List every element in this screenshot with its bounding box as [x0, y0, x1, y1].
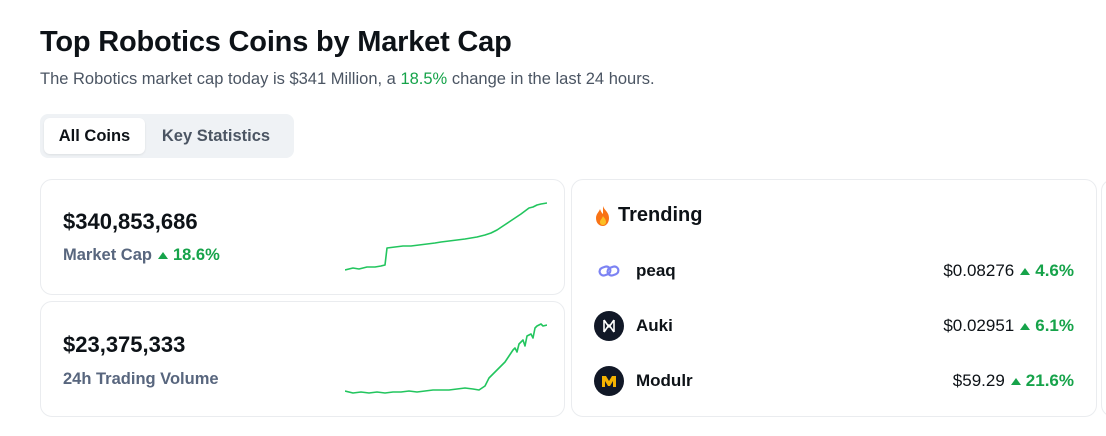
coin-price-cell: $0.02951 6.1% — [943, 316, 1074, 336]
coin-change: 21.6% — [1010, 371, 1074, 391]
market-cap-card: $340,853,686 Market Cap 18.6% — [40, 179, 565, 295]
tab-all-coins[interactable]: All Coins — [44, 118, 145, 154]
market-cap-change: 18.6% — [157, 246, 220, 265]
subtitle-text: The Robotics market cap today is $341 Mi… — [40, 70, 396, 88]
caret-up-icon — [1010, 377, 1021, 385]
trending-card: Trending peaq $0.08276 4.6% Auki $0.0295… — [571, 179, 1097, 417]
coin-price-cell: $59.29 21.6% — [953, 371, 1074, 391]
coin-change-value: 6.1% — [1035, 316, 1074, 335]
trending-row-peaq[interactable]: peaq $0.08276 4.6% — [594, 255, 1074, 287]
auki-logo-icon — [594, 311, 624, 341]
volume-label: 24h Trading Volume — [63, 370, 219, 388]
volume-sparkline — [345, 323, 547, 394]
caret-up-icon — [1020, 267, 1031, 275]
tab-key-statistics[interactable]: Key Statistics — [149, 118, 283, 154]
coin-name: Auki — [636, 316, 673, 335]
view-tabs: All Coins Key Statistics — [40, 114, 294, 158]
volume-card: $23,375,333 24h Trading Volume — [40, 301, 565, 417]
market-cap-value: $340,853,686 — [63, 209, 198, 234]
coin-change-value: 21.6% — [1025, 371, 1074, 390]
next-card-edge — [1101, 179, 1106, 417]
coin-name-cell: peaq — [594, 256, 676, 286]
market-cap-label: Market Cap — [63, 246, 152, 264]
coin-change: 6.1% — [1020, 316, 1074, 336]
coin-price-cell: $0.08276 4.6% — [943, 261, 1074, 281]
market-cap-sparkline — [345, 202, 547, 271]
trending-row-modulr[interactable]: Modulr $59.29 21.6% — [594, 365, 1074, 397]
fire-icon — [596, 205, 609, 226]
market-cap-change-value: 18.6% — [172, 246, 220, 264]
market-cap-label-row: Market Cap 18.6% — [63, 246, 220, 265]
page-subtitle: The Robotics market cap today is $341 Mi… — [40, 70, 655, 89]
trending-header: Trending — [594, 204, 702, 227]
coin-name-cell: Auki — [594, 311, 673, 341]
coin-change-value: 4.6% — [1035, 261, 1074, 280]
coin-price: $0.02951 — [943, 316, 1015, 335]
caret-up-icon — [157, 252, 168, 259]
coin-name-cell: Modulr — [594, 366, 693, 396]
coin-price: $0.08276 — [943, 261, 1015, 280]
volume-value: $23,375,333 — [63, 332, 186, 357]
coin-name: peaq — [636, 261, 676, 280]
page-title: Top Robotics Coins by Market Cap — [40, 26, 512, 58]
subtitle-change: 18.5% — [400, 70, 448, 88]
coin-price: $59.29 — [952, 371, 1005, 390]
peaq-logo-icon — [594, 256, 624, 286]
coin-name: Modulr — [636, 371, 693, 390]
caret-up-icon — [1020, 322, 1031, 330]
modulr-logo-icon — [594, 366, 624, 396]
subtitle-text-end: change in the last 24 hours. — [451, 70, 655, 88]
trending-title: Trending — [618, 204, 703, 226]
trending-row-auki[interactable]: Auki $0.02951 6.1% — [594, 310, 1074, 342]
coin-change: 4.6% — [1020, 261, 1074, 281]
